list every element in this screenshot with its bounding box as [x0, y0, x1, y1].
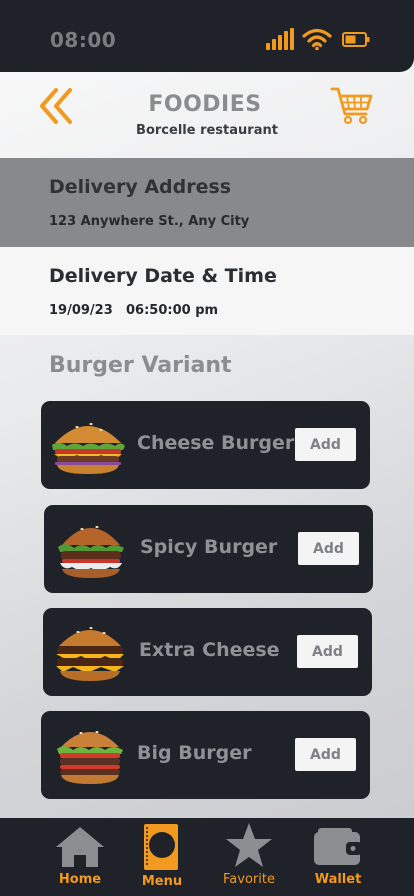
status-time: 08:00 — [50, 28, 117, 52]
tab-home[interactable]: Home — [50, 818, 110, 896]
menu-icon — [144, 824, 178, 870]
big-burger-image — [57, 731, 123, 784]
burger-name: Big Burger — [137, 742, 252, 764]
delivery-address-label: Delivery Address — [49, 176, 232, 198]
burger-name: Spicy Burger — [140, 536, 278, 558]
cart-icon[interactable] — [330, 86, 374, 126]
tab-menu[interactable]: Menu — [136, 818, 188, 896]
burger-name: Cheese Burger — [137, 432, 295, 454]
tab-favorite[interactable]: Favorite — [218, 818, 280, 896]
add-button[interactable]: Add — [295, 428, 356, 461]
delivery-address-value: 123 Anywhere St., Any City — [49, 214, 250, 229]
add-button[interactable]: Add — [298, 532, 359, 565]
cheese-burger-image — [52, 423, 125, 474]
burger-card[interactable]: Cheese Burger Add — [41, 401, 370, 489]
tab-label: Home — [58, 872, 102, 887]
tab-wallet[interactable]: Wallet — [310, 818, 366, 896]
tab-label: Wallet — [314, 872, 362, 887]
extra-cheese-burger-image — [56, 627, 124, 681]
burger-name: Extra Cheese — [139, 639, 280, 661]
wifi-icon — [302, 28, 332, 51]
add-button[interactable]: Add — [297, 635, 358, 668]
delivery-time: 06:50:00 pm — [126, 303, 219, 318]
delivery-address-section[interactable]: Delivery Address 123 Anywhere St., Any C… — [0, 158, 414, 247]
delivery-datetime-section[interactable]: Delivery Date & Time 19/09/23 06:50:00 p… — [0, 247, 414, 335]
wallet-icon — [314, 828, 362, 865]
bottom-tab-bar: Home Menu Favorite Wallet — [0, 818, 414, 896]
battery-icon — [342, 32, 370, 47]
delivery-date: 19/09/23 — [49, 303, 113, 318]
burger-card[interactable]: Big Burger Add — [41, 711, 370, 799]
variant-heading: Burger Variant — [49, 353, 232, 378]
home-icon — [56, 827, 104, 867]
delivery-datetime-label: Delivery Date & Time — [49, 265, 277, 287]
burger-card[interactable]: Spicy Burger Add — [44, 505, 373, 593]
burger-card[interactable]: Extra Cheese Add — [43, 608, 372, 696]
add-button[interactable]: Add — [295, 738, 356, 771]
spicy-burger-image — [58, 526, 124, 578]
star-icon — [226, 823, 272, 867]
tab-label: Menu — [141, 874, 183, 889]
status-bar: 08:00 — [0, 0, 414, 72]
signal-icon — [266, 28, 294, 50]
tab-label: Favorite — [223, 872, 275, 887]
